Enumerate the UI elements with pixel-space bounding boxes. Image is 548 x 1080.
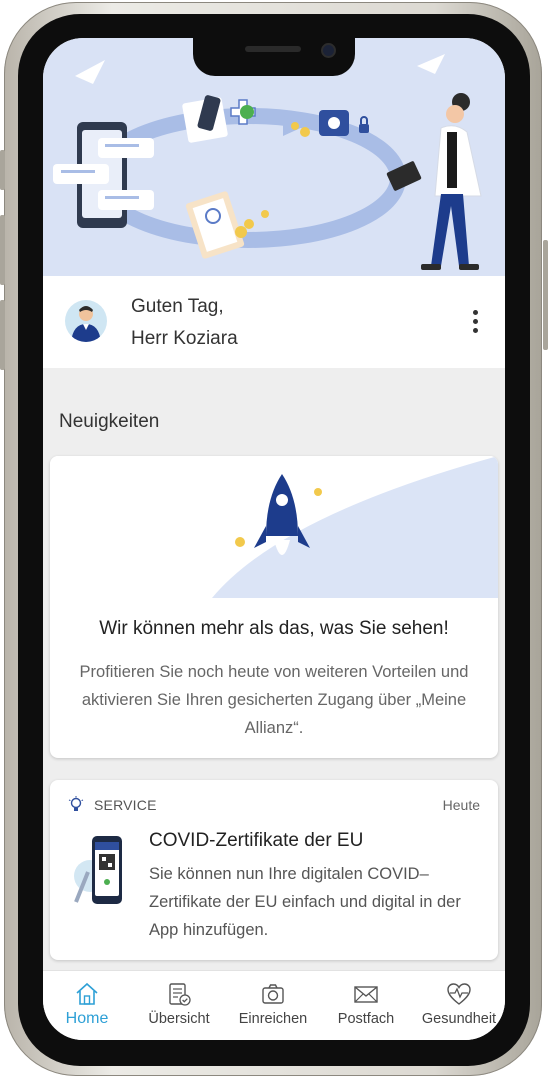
tab-label: Postfach — [337, 1011, 395, 1027]
service-title: COVID-Zertifikate der EU — [149, 830, 364, 851]
service-body: Sie können nun Ihre digitalen COVID–Zert… — [149, 865, 461, 939]
speaker — [245, 46, 301, 52]
greeting-text: Guten Tag, — [131, 296, 224, 317]
section-title: Neuigkeiten — [59, 411, 160, 432]
side-button — [0, 300, 5, 370]
tab-gesundheit[interactable]: Gesundheit — [413, 981, 505, 1027]
user-name: Herr Koziara — [131, 328, 238, 349]
news-card[interactable]: Wir können mehr als das, was Sie sehen! … — [50, 456, 498, 758]
tab-label: Home — [65, 1010, 109, 1027]
service-card[interactable]: SERVICE Heute COVID-Zertifikate der EU S… — [50, 780, 498, 960]
paper-plane-icon — [417, 54, 445, 74]
home-icon — [76, 982, 98, 1005]
avatar[interactable] — [65, 300, 107, 342]
side-button — [0, 215, 5, 285]
camera-icon — [262, 984, 284, 1004]
lightbulb-icon — [68, 796, 84, 811]
news-title: Wir können mehr als das, was Sie sehen! — [99, 618, 449, 639]
side-button — [543, 240, 548, 350]
lock-icon — [359, 124, 369, 133]
tab-home[interactable]: Home — [43, 981, 133, 1028]
tab-einreichen[interactable]: Einreichen — [227, 981, 319, 1027]
front-camera — [321, 43, 336, 58]
heart-pulse-icon — [447, 983, 471, 1005]
doctor-figure — [386, 93, 482, 270]
covid-certificate-icon — [74, 836, 122, 904]
rocket-illustration — [50, 456, 498, 598]
tab-postfach[interactable]: Postfach — [320, 981, 412, 1027]
tab-label: Einreichen — [238, 1011, 308, 1027]
rocket-icon — [254, 474, 310, 555]
app-screen: Guten Tag, Herr Koziara Neuigkeiten Wir … — [43, 38, 505, 1040]
more-menu-icon[interactable] — [473, 310, 479, 334]
service-label: SERVICE — [94, 797, 157, 813]
greeting-header: Guten Tag, Herr Koziara — [43, 276, 505, 368]
service-date: Heute — [442, 797, 480, 813]
notch — [193, 38, 355, 76]
mail-icon — [354, 986, 378, 1003]
paper-plane-icon — [75, 60, 105, 84]
tab-label: Übersicht — [148, 1011, 210, 1027]
tab-label: Gesundheit — [421, 1011, 497, 1027]
tab-uebersicht[interactable]: Übersicht — [133, 981, 225, 1027]
news-body: Profitieren Sie noch heute von weiteren … — [79, 663, 469, 737]
bottom-tab-bar: Home Übersicht Einreichen Postfach Gesun… — [43, 970, 505, 1040]
checklist-icon — [169, 983, 191, 1006]
side-button — [0, 150, 5, 190]
